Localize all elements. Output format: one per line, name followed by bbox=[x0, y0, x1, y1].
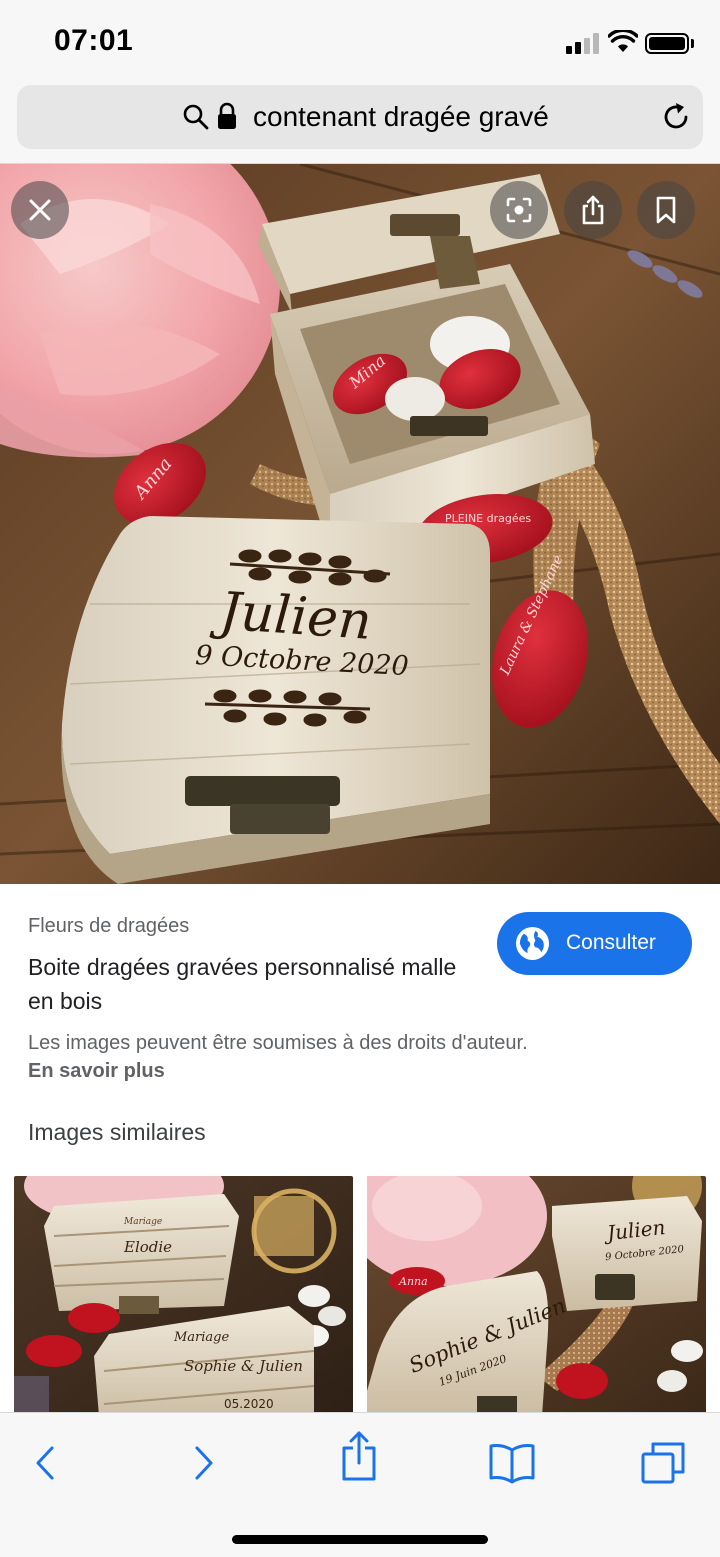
close-icon bbox=[29, 199, 51, 221]
tabs-icon bbox=[641, 1442, 685, 1484]
address-bar[interactable]: contenant dragée gravé bbox=[17, 85, 703, 149]
globe-icon bbox=[515, 926, 550, 961]
close-button[interactable] bbox=[11, 181, 69, 239]
copyright-notice: Les images peuvent être soumises à des d… bbox=[28, 1032, 528, 1054]
share-icon bbox=[582, 195, 604, 225]
similar-image-1[interactable]: Mariage Elodie Mariage Sophie & Julien 0… bbox=[14, 1176, 353, 1416]
cellular-signal-icon bbox=[566, 32, 602, 54]
back-button[interactable] bbox=[15, 1435, 75, 1491]
thumb1-lid-title: Mariage bbox=[173, 1330, 230, 1345]
share-button[interactable] bbox=[329, 1428, 389, 1484]
result-title[interactable]: Boite dragées gravées personnalisé malle… bbox=[28, 950, 468, 1018]
result-info-panel: Fleurs de dragées Boite dragées gravées … bbox=[0, 884, 720, 1416]
bookmarks-icon bbox=[489, 1444, 535, 1484]
wifi-icon bbox=[608, 30, 638, 52]
share-icon bbox=[342, 1431, 376, 1481]
similar-images-heading: Images similaires bbox=[28, 1119, 206, 1145]
address-text: contenant dragée gravé bbox=[253, 101, 549, 132]
forward-icon bbox=[195, 1446, 213, 1480]
bookmark-icon bbox=[656, 196, 676, 224]
reload-icon[interactable] bbox=[659, 100, 693, 134]
consult-button[interactable]: Consulter bbox=[497, 912, 692, 975]
bookmarks-button[interactable] bbox=[482, 1435, 542, 1491]
lens-icon bbox=[506, 197, 532, 223]
stone-3-text: PLEINE dragées bbox=[445, 512, 531, 525]
search-icon bbox=[183, 104, 209, 130]
thumb2-stone: Anna bbox=[398, 1275, 428, 1288]
closed-box-julien: Julien 9 Octobre 2020 bbox=[61, 516, 491, 884]
tabs-button[interactable] bbox=[633, 1435, 693, 1491]
forward-button[interactable] bbox=[174, 1435, 234, 1491]
thumb1-date: 05.2020 bbox=[224, 1397, 274, 1411]
battery-icon bbox=[645, 33, 689, 54]
dragee-box-photo: Mina Anna PLEINE dragées Laura & Stephan… bbox=[0, 164, 720, 884]
status-time: 07:01 bbox=[54, 24, 134, 57]
browser-toolbar bbox=[0, 1412, 720, 1557]
share-image-button[interactable] bbox=[564, 181, 622, 239]
bookmark-button[interactable] bbox=[637, 181, 695, 239]
thumb1-box-top-sub: Mariage bbox=[123, 1217, 162, 1227]
consult-label: Consulter bbox=[566, 931, 656, 954]
source-site[interactable]: Fleurs de dragées bbox=[28, 915, 189, 938]
thumb1-box-top: Elodie bbox=[123, 1238, 172, 1256]
thumb1-names: Sophie & Julien bbox=[184, 1357, 303, 1375]
similar-image-2[interactable]: Julien 9 Octobre 2020 Anna Sophie & Juli… bbox=[367, 1176, 706, 1416]
browser-address-area: contenant dragée gravé bbox=[0, 80, 720, 164]
result-image[interactable]: Mina Anna PLEINE dragées Laura & Stephan… bbox=[0, 164, 720, 884]
learn-more-link[interactable]: En savoir plus bbox=[28, 1060, 165, 1083]
lock-icon bbox=[218, 102, 236, 129]
lens-button[interactable] bbox=[490, 181, 548, 239]
status-bar: 07:01 bbox=[0, 0, 720, 80]
home-indicator[interactable] bbox=[232, 1535, 488, 1544]
back-icon bbox=[36, 1446, 54, 1480]
